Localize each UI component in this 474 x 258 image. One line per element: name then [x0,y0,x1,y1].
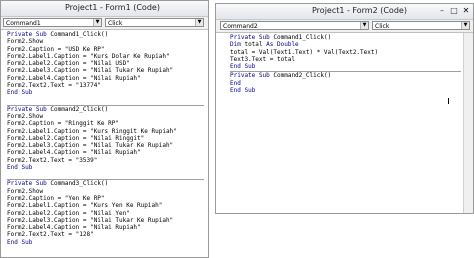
object-combo-value: Command1 [6,20,41,27]
chevron-down-icon[interactable]: ▼ [360,22,368,29]
chevron-down-icon[interactable]: ▼ [93,19,101,26]
code-line[interactable]: Form2.Text2.Text = "3539" [7,157,204,164]
code-line[interactable]: Form2.Label1.Caption = "Kurs Dolar Ke Ru… [7,53,204,60]
code-line[interactable]: Form2.Show [7,38,204,45]
text-caret [448,98,449,104]
code-line[interactable]: End Sub [230,87,461,94]
code-editor[interactable]: Private Sub Command1_Click() Dim total As… [230,34,461,211]
chevron-down-icon[interactable]: ▼ [461,22,469,29]
window-title: Project1 - Form2 (Code) [312,6,407,15]
code-line[interactable]: Form2.Label3.Caption = "Nilai Tukar Ke R… [7,142,204,149]
code-line[interactable]: Text3.Text = total [230,56,461,63]
code-line[interactable]: Private Sub Command1_Click() [7,31,204,38]
code-line[interactable]: Private Sub Command1_Click() [230,34,461,41]
code-line[interactable]: End Sub [230,63,461,70]
vertical-scrollbar[interactable] [463,33,473,213]
code-line[interactable]: Form2.Label2.Caption = "Nilai Ringgit" [7,135,204,142]
object-combo[interactable]: Command1 ▼ [3,18,102,27]
code-line[interactable]: Form2.Label1.Caption = "Kurs Ringgit Ke … [7,128,204,135]
code-line[interactable]: Form2.Text2.Text = "128" [7,231,204,238]
code-line[interactable]: Form2.Label3.Caption = "Nilai Tukar Ke R… [7,217,204,224]
code-line[interactable]: Dim total As Double [230,41,461,48]
code-line[interactable]: Form2.Caption = "USD Ke RP" [7,46,204,53]
title-bar[interactable]: Project1 - Form1 (Code) [1,1,208,17]
procedure-combo-bar: Command2 ▼ Click ▼ [216,20,473,33]
code-line[interactable]: Form2.Label3.Caption = "Nilai Tukar Ke R… [7,67,204,74]
code-line[interactable]: Form2.Label1.Caption = "Kurs Yen Ke Rupi… [7,202,204,209]
code-line[interactable]: End Sub [7,89,204,96]
code-line[interactable]: Form2.Caption = "Yen Ke RP" [7,195,204,202]
chevron-down-icon[interactable]: ▼ [195,19,203,26]
procedure-combo[interactable]: Click ▼ [372,21,470,30]
object-combo[interactable]: Command2 ▼ [220,21,369,30]
code-line[interactable]: End Sub [7,239,204,246]
code-line[interactable]: End [230,80,461,87]
code-line[interactable]: Form2.Label2.Caption = "Nilai USD" [7,60,204,67]
minimize-icon[interactable]: – [437,6,447,16]
title-bar[interactable]: Project1 - Form2 (Code) – □ ✕ [216,4,473,20]
code-line[interactable]: Form2.Label4.Caption = "Nilai Rupiah" [7,75,204,82]
code-line[interactable]: Private Sub Command3_Click() [7,180,204,187]
window-title: Project1 - Form1 (Code) [65,3,160,12]
procedure-combo-value: Click [108,20,123,27]
code-line[interactable]: Form2.Show [7,113,204,120]
code-line[interactable]: Form2.Label2.Caption = "Nilai Yen" [7,210,204,217]
code-line[interactable]: End Sub [7,164,204,171]
code-line[interactable]: Form2.Label4.Caption = "Nilai Rupiah" [7,224,204,231]
code-editor[interactable]: Private Sub Command1_Click() Form2.Show Fo… [7,31,204,255]
code-line[interactable]: Private Sub Command2_Click() [7,106,204,113]
code-line[interactable]: Form2.Text2.Text = "13774" [7,82,204,89]
code-line[interactable]: Form2.Show [7,188,204,195]
code-line[interactable]: Form2.Caption = "Ringgit Ke RP" [7,120,204,127]
procedure-combo-bar: Command1 ▼ Click ▼ [1,17,208,30]
maximize-icon[interactable]: □ [449,6,459,16]
code-line[interactable]: Private Sub Command2_Click() [230,72,461,79]
close-icon[interactable]: ✕ [461,6,471,16]
procedure-combo[interactable]: Click ▼ [105,18,204,27]
object-combo-value: Command2 [223,23,258,30]
code-window-form1[interactable]: Project1 - Form1 (Code) Command1 ▼ Click… [0,0,209,258]
procedure-combo-value: Click [375,23,390,30]
code-window-form2[interactable]: Project1 - Form2 (Code) – □ ✕ Command2 ▼… [215,3,474,214]
code-line[interactable]: Form2.Label4.Caption = "Nilai Rupiah" [7,149,204,156]
code-line[interactable]: total = Val(Text1.Text) * Val(Text2.Text… [230,49,461,56]
